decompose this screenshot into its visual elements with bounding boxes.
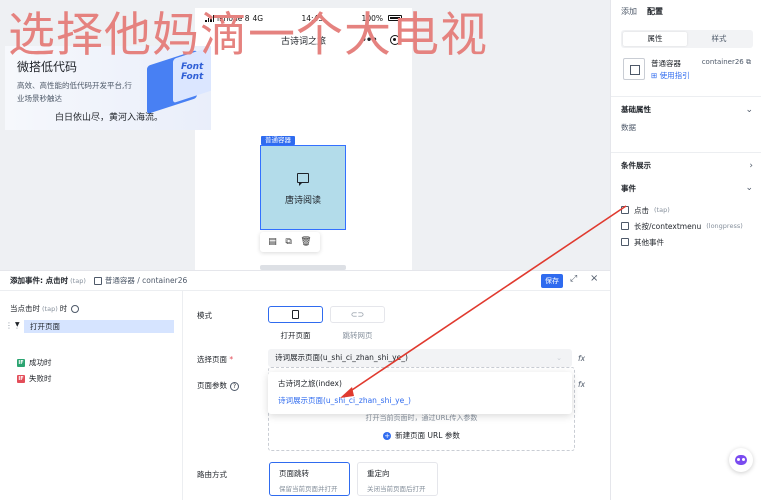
route-navigate[interactable]: 页面跳转 保留当前页面并打开 (269, 462, 350, 496)
chevron-down-icon: ⌄ (745, 104, 753, 115)
container-component-icon (623, 58, 645, 80)
settings-icon[interactable] (71, 304, 80, 313)
action-open-page[interactable]: 打开页面 (24, 320, 174, 333)
event-editor-header: 添加事件: 点击时 (tap) 普通容器 / container26 保存 ⤢ … (0, 271, 610, 291)
dropdown-option-index[interactable]: 古诗词之旅(index) (268, 375, 572, 392)
branch-success[interactable]: IF 成功时 (17, 357, 52, 368)
container-text: 唐诗阅读 (284, 196, 321, 206)
branch-failure[interactable]: IF 失败时 (17, 373, 52, 384)
assistant-button[interactable] (729, 448, 753, 472)
calendar-icon (621, 222, 629, 230)
mode-web-link-label: 跳转网页 (342, 331, 373, 340)
event-editor-title: 添加事件: 点击时 (10, 276, 69, 285)
event-longpress[interactable]: 长按/contextmenu (longpress) (611, 218, 761, 234)
section-conditional[interactable]: 条件展示 › (611, 152, 761, 178)
mode-web-link[interactable]: ⊂⊃ (330, 306, 385, 323)
mode-open-page-label: 打开页面 (280, 331, 311, 340)
action-tree: 当点击时 (tap) 时 ⋮⋮ ▼ 打开页面 IF 成功时 IF 失败时 (0, 291, 183, 500)
property-style-switch: 属性 样式 (621, 30, 753, 48)
component-id: container26 ⧉ (701, 58, 751, 66)
params-hint: 打开当前页面时，通过URL传入参数 (365, 414, 478, 422)
help-icon[interactable]: ? (230, 382, 239, 391)
if-badge: IF (17, 358, 25, 367)
chevron-down-icon: ⌄ (556, 354, 562, 362)
caret-down-icon[interactable]: ▼ (15, 321, 20, 328)
event-other[interactable]: 其他事件 (611, 234, 761, 250)
close-icon[interactable]: × (590, 273, 598, 284)
event-tap[interactable]: 点击 (tap) (611, 202, 761, 218)
link-icon: ⊂⊃ (350, 310, 365, 319)
container-tag: 普通容器 (261, 136, 295, 145)
segment-style[interactable]: 样式 (687, 32, 751, 46)
document-icon (292, 310, 299, 319)
fx-button-params[interactable]: fx (578, 380, 585, 389)
if-badge: IF (17, 374, 25, 383)
copy-id-icon[interactable]: ⧉ (746, 58, 751, 66)
route-redirect[interactable]: 重定向 关闭当前页面后打开 (357, 462, 438, 496)
watermark-text: 选择他妈滴一个大电视 (8, 8, 488, 63)
expand-icon[interactable]: ⤢ (570, 274, 577, 284)
usage-guide-link[interactable]: ⊞ 使用指引 (651, 70, 690, 81)
section-events[interactable]: 事件 ⌄ (611, 178, 761, 198)
event-editor: 添加事件: 点击时 (tap) 普通容器 / container26 保存 ⤢ … (0, 270, 610, 500)
component-toolbar: ▤ ⧉ 🗑 (260, 232, 320, 252)
config-panel: 添加 配置 属性 样式 普通容器 ⊞ 使用指引 container26 ⧉ 基础… (610, 0, 761, 500)
section-basic-properties[interactable]: 基础属性 ⌄ (611, 96, 761, 122)
select-page-label: 选择页面 * (197, 355, 234, 364)
breadcrumb: 普通容器 / container26 (93, 275, 187, 286)
config-tabs: 添加 配置 (611, 0, 761, 22)
segment-properties[interactable]: 属性 (623, 32, 687, 46)
save-icon[interactable]: ▤ (268, 237, 277, 247)
mode-label: 模式 (197, 311, 212, 320)
chat-bubble-icon (297, 173, 309, 186)
fx-button-select[interactable]: fx (578, 354, 585, 363)
dropdown-option-poem-page[interactable]: 诗词展示页面(u_shi_ci_zhan_shi_ye_) (268, 392, 572, 409)
add-url-param-button[interactable]: + 新建页面 URL 参数 (269, 430, 574, 441)
banner-art-text: Font Font (181, 62, 204, 82)
calendar-icon (621, 238, 629, 246)
selected-container[interactable]: 唐诗阅读 (260, 145, 346, 230)
robot-icon (735, 455, 747, 465)
tab-add[interactable]: 添加 (621, 6, 637, 17)
tap-icon (621, 206, 629, 214)
data-field-label: 数据 (621, 123, 636, 132)
page-params-label: 页面参数? (197, 380, 239, 391)
page-select[interactable]: 诗词展示页面(u_shi_ci_zhan_shi_ye_) ⌄ (268, 349, 572, 367)
copy-icon[interactable]: ⧉ (285, 237, 291, 247)
mode-open-page[interactable] (268, 306, 323, 323)
chevron-down-icon: ⌄ (745, 183, 753, 193)
tab-config[interactable]: 配置 (647, 6, 663, 17)
chevron-right-icon: › (749, 160, 753, 171)
page-dropdown: 古诗词之旅(index) 诗词展示页面(u_shi_ci_zhan_shi_ye… (268, 372, 572, 414)
banner-subtitle: 高效、高性能的低代码开发平台,行业场景秒触达 (17, 81, 132, 103)
save-button[interactable]: 保存 (541, 274, 563, 288)
plus-icon: + (383, 432, 392, 440)
component-info: 普通容器 ⊞ 使用指引 container26 ⧉ (611, 56, 761, 96)
delete-icon[interactable]: 🗑 (300, 237, 311, 247)
route-label: 路由方式 (197, 470, 227, 479)
trigger-label: 当点击时 (tap) 时 (10, 303, 80, 314)
container-icon (93, 276, 102, 285)
component-name: 普通容器 (651, 59, 681, 68)
